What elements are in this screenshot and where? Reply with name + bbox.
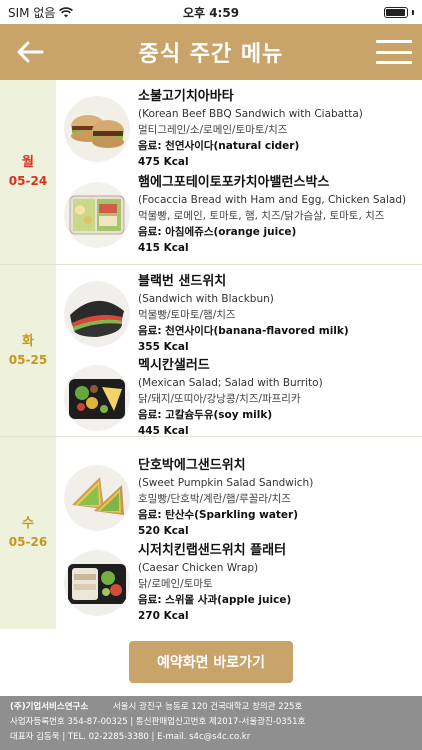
hamburger-icon-line — [376, 50, 412, 54]
menu-item-text: 멕시칸샐러드 (Mexican Salad; Salad with Burrit… — [138, 357, 420, 439]
menu-drink: 음료: 천연사이다(natural cider) — [138, 140, 300, 152]
menu-ingredients: 멀티그레인/소/로메인/토마토/치즈 — [138, 124, 288, 136]
menu-button[interactable] — [376, 36, 412, 68]
menu-drink: 음료: 스위몰 사과(apple juice) — [138, 594, 292, 606]
menu-item-text: 소불고기치아바타 (Korean Beef BBQ Sandwich with … — [138, 88, 420, 170]
menu-ingredients: 닭/로메인/토마토 — [138, 578, 213, 590]
menu-name-english: (Sweet Pumpkin Salad Sandwich) — [138, 477, 314, 489]
menu-drink: 음료: 천연사이다(banana-flavored milk) — [138, 325, 349, 337]
ciabatta-sandwich-image — [64, 96, 130, 162]
menu-item[interactable]: 소불고기치아바타 (Korean Beef BBQ Sandwich with … — [62, 88, 422, 180]
day-date: 05-25 — [8, 352, 48, 367]
chicken-wrap-platter-image — [64, 550, 130, 616]
day-name: 화 — [22, 333, 34, 349]
menu-item[interactable]: 블랙번 샌드위치 (Sandwich with Blackbun) 먹물빵/토마… — [62, 273, 422, 365]
menu-item[interactable]: 멕시칸샐러드 (Mexican Salad; Salad with Burrit… — [62, 357, 422, 449]
menu-name-korean: 멕시칸샐러드 — [138, 358, 210, 373]
menu-calories: 270 Kcal — [138, 610, 189, 622]
status-bar: SIM 없음 오후 4:59 — [0, 0, 422, 24]
menu-name-korean: 블랙번 샌드위치 — [138, 274, 227, 289]
menu-calories: 520 Kcal — [138, 525, 189, 537]
hamburger-icon-line — [376, 40, 412, 43]
battery-level — [386, 8, 405, 16]
footer-line-1: (주)기업서비스연구소 서울시 광진구 능동로 120 건국대학교 창의관 22… — [10, 700, 412, 715]
menu-name-korean: 단호박에그샌드위치 — [138, 458, 246, 473]
menu-name-english: (Mexican Salad; Salad with Burrito) — [138, 377, 323, 389]
app-header: 중식 주간 메뉴 — [0, 24, 422, 80]
menu-calories: 475 Kcal — [138, 156, 189, 168]
footer-contact-info: 대표자 김동욱 | TEL. 02-2285-3380 | E-mail. s4… — [10, 732, 251, 742]
focaccia-box-image — [64, 182, 130, 248]
menu-item[interactable]: 햄에그포테이토포카치아밸런스박스 (Focaccia Bread with Ha… — [62, 174, 422, 266]
menu-item-text: 햄에그포테이토포카치아밸런스박스 (Focaccia Bread with Ha… — [138, 174, 420, 256]
day-date: 05-24 — [8, 174, 48, 188]
day-row-wednesday: 수 05-26 단호박에그샌드위치 (Sweet Pumpkin Salad S… — [0, 437, 422, 629]
menu-drink: 음료: 아침에쥬스(orange juice) — [138, 226, 297, 238]
pumpkin-sandwich-image — [64, 465, 130, 531]
day-label: 화 05-25 — [0, 265, 56, 436]
battery-icon — [384, 6, 408, 18]
footer-company: (주)기업서비스연구소 — [10, 702, 89, 712]
menu-name-korean: 소불고기치아바타 — [138, 89, 234, 104]
menu-drink: 음료: 고칼슘두유(soy milk) — [138, 409, 273, 421]
day-label: 수 05-26 — [0, 437, 56, 629]
menu-item-text: 블랙번 샌드위치 (Sandwich with Blackbun) 먹물빵/토마… — [138, 273, 420, 355]
company-footer: (주)기업서비스연구소 서울시 광진구 능동로 120 건국대학교 창의관 22… — [0, 696, 422, 750]
day-name: 월 — [22, 155, 34, 170]
day-name: 수 — [22, 516, 34, 531]
menu-name-english: (Korean Beef BBQ Sandwich with Ciabatta) — [138, 108, 363, 120]
status-time: 오후 4:59 — [182, 5, 240, 20]
day-label: 월 05-24 — [0, 80, 56, 264]
menu-item-text: 단호박에그샌드위치 (Sweet Pumpkin Salad Sandwich)… — [138, 457, 420, 539]
mexican-salad-image — [64, 365, 130, 431]
menu-name-english: (Focaccia Bread with Ham and Egg, Chicke… — [138, 194, 407, 206]
menu-name-korean: 햄에그포테이토포카치아밸런스박스 — [138, 175, 330, 190]
menu-ingredients: 먹물빵/토마토/햄/치즈 — [138, 309, 236, 321]
back-arrow-icon — [17, 41, 44, 63]
menu-ingredients: 닭/돼지/또띠아/강낭콩/치즈/파프리카 — [138, 393, 301, 405]
footer-business-info: 사업자등록번호 354-87-00325 | 통신판매업신고번호 제2017-서… — [10, 717, 306, 727]
menu-ingredients: 호밀빵/단호박/계란/햄/루꼴라/치즈 — [138, 493, 291, 505]
reservation-shortcut-button[interactable]: 예약화면 바로가기 — [129, 641, 293, 683]
day-date: 05-26 — [8, 535, 48, 549]
menu-drink: 음료: 탄산수(Sparkling water) — [138, 509, 299, 521]
footer-address: 서울시 광진구 능동로 120 건국대학교 창의관 225호 — [112, 702, 303, 712]
menu-item[interactable]: 단호박에그샌드위치 (Sweet Pumpkin Salad Sandwich)… — [62, 457, 422, 549]
day-row-tuesday: 화 05-25 블랙번 샌드위치 (Sandwich with Blackbun… — [0, 265, 422, 437]
back-button[interactable] — [12, 34, 48, 70]
menu-name-korean: 시저치킨랩샌드위치 플래터 — [138, 543, 287, 558]
menu-calories: 415 Kcal — [138, 242, 189, 254]
hamburger-icon-line — [376, 61, 412, 64]
page-title: 중식 주간 메뉴 — [138, 42, 284, 67]
day-row-monday: 월 05-24 소불고기치아바타 (Korean Beef BBQ Sandwi… — [0, 80, 422, 265]
menu-name-english: (Sandwich with Blackbun) — [138, 293, 274, 305]
weekly-menu: 월 05-24 소불고기치아바타 (Korean Beef BBQ Sandwi… — [0, 80, 422, 630]
menu-calories: 355 Kcal — [138, 341, 189, 353]
menu-item-text: 시저치킨랩샌드위치 플래터 (Caesar Chicken Wrap) 닭/로메… — [138, 542, 420, 624]
menu-ingredients: 먹물빵, 로메인, 토마토, 햄, 치즈/닭가슴살, 토마토, 치즈 — [138, 210, 385, 222]
blackbun-sandwich-image — [64, 281, 130, 347]
menu-item[interactable]: 시저치킨랩샌드위치 플래터 (Caesar Chicken Wrap) 닭/로메… — [62, 542, 422, 634]
menu-name-english: (Caesar Chicken Wrap) — [138, 562, 259, 574]
